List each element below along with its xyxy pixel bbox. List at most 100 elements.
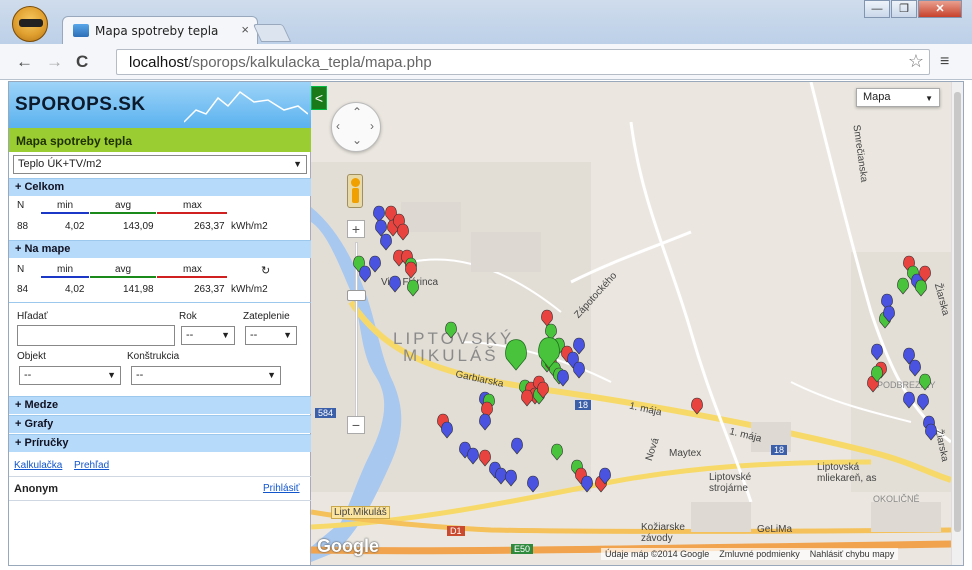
heat-marker-pin[interactable] <box>479 413 491 431</box>
browser-menu-icon[interactable]: ≡ <box>940 53 949 71</box>
dropdown-arrow-icon: ▼ <box>267 370 276 380</box>
heat-marker-pin[interactable] <box>915 279 927 297</box>
heat-marker-pin[interactable] <box>441 421 453 439</box>
map-footer: Údaje máp ©2014 Google Zmluvné podmienky… <box>601 548 899 560</box>
divider <box>9 476 311 477</box>
report-map-error-link[interactable]: Nahlásiť chybu mapy <box>810 549 894 559</box>
heat-marker-pin[interactable] <box>573 361 585 379</box>
label-min: min <box>57 200 74 211</box>
heat-marker-pin[interactable] <box>505 469 517 487</box>
section-medze-header[interactable]: + Medze <box>9 396 311 414</box>
heat-marker-pin[interactable] <box>375 219 387 237</box>
heat-marker-pin[interactable] <box>527 475 539 493</box>
heat-marker-pin[interactable] <box>369 255 381 273</box>
url-host: localhost <box>129 54 189 71</box>
heat-marker-pin[interactable] <box>573 337 585 355</box>
label-max: max <box>183 264 202 275</box>
search-input[interactable] <box>17 325 175 346</box>
heat-marker-pin[interactable] <box>903 391 915 409</box>
heat-marker-pin[interactable] <box>407 279 419 297</box>
url-text: localhost/sporops/kalkulacka_tepla/mapa.… <box>129 54 432 71</box>
metric-select-value: Teplo ÚK+TV/m2 <box>18 158 102 170</box>
vertical-scrollbar[interactable] <box>951 82 963 565</box>
heat-markers-layer <box>353 205 937 493</box>
heat-marker-pin[interactable] <box>495 467 507 485</box>
map-data-attribution: Údaje máp ©2014 Google <box>605 549 710 559</box>
heat-marker-pin[interactable] <box>541 309 553 327</box>
selected-marker-pin[interactable] <box>504 338 528 371</box>
value-max: 263,37 <box>194 284 225 295</box>
window-controls: — ❐ ✕ <box>864 0 962 18</box>
new-tab-button[interactable] <box>252 24 292 42</box>
reload-icon[interactable]: C <box>76 53 88 70</box>
close-window-button[interactable]: ✕ <box>918 0 962 18</box>
dropdown-arrow-icon: ▼ <box>221 330 230 340</box>
kalkulacka-link[interactable]: Kalkulačka <box>14 460 62 471</box>
heat-marker-pin[interactable] <box>551 443 563 461</box>
heat-marker-pin[interactable] <box>871 343 883 361</box>
prehlad-link[interactable]: Prehľad <box>74 460 109 471</box>
value-min: 4,02 <box>65 221 85 232</box>
heat-marker-pin[interactable] <box>919 373 931 391</box>
label-max: max <box>183 200 202 211</box>
tab-close-icon[interactable]: × <box>241 22 249 37</box>
map-view[interactable]: < Mapa▼ ⌃ ⌄ ‹ › + − LIPTOVSKÝ MIKULÁŠ Vi… <box>311 82 963 565</box>
divider <box>9 500 311 501</box>
login-link[interactable]: Prihlásiť <box>263 483 300 494</box>
label-n: N <box>17 264 25 275</box>
back-arrow-icon[interactable]: ← <box>16 53 33 70</box>
rok-select[interactable]: -- ▼ <box>181 326 235 345</box>
heat-marker-pin[interactable] <box>691 397 703 415</box>
forward-arrow-icon[interactable]: → <box>46 53 63 70</box>
value-unit: kWh/m2 <box>231 221 268 232</box>
konstrukcia-select[interactable]: -- ▼ <box>131 366 281 385</box>
heat-marker-pin[interactable] <box>405 261 417 279</box>
page-title: Mapa spotreby tepla <box>9 128 311 152</box>
page-content: SPOROPS.SK Mapa spotreby tepla Teplo ÚK+… <box>8 81 964 566</box>
objekt-select[interactable]: -- ▼ <box>19 366 121 385</box>
heat-marker-pin[interactable] <box>397 223 409 241</box>
minimize-button[interactable]: — <box>864 0 890 18</box>
section-na-mape-header[interactable]: + Na mape <box>9 240 311 258</box>
maximize-button[interactable]: ❐ <box>891 0 917 18</box>
refresh-icon[interactable]: ↻ <box>261 264 270 277</box>
rok-value: -- <box>186 329 194 341</box>
heat-marker-pin[interactable] <box>359 265 371 283</box>
avg-underline <box>90 276 156 278</box>
dropdown-arrow-icon: ▼ <box>293 159 302 169</box>
user-avatar[interactable] <box>12 6 48 42</box>
dropdown-arrow-icon: ▼ <box>107 370 116 380</box>
address-bar[interactable]: localhost/sporops/kalkulacka_tepla/mapa.… <box>116 49 930 75</box>
value-min: 4,02 <box>65 284 85 295</box>
search-label: Hľadať <box>17 311 48 322</box>
heat-marker-pin[interactable] <box>373 205 385 223</box>
value-avg: 141,98 <box>123 284 154 295</box>
terms-link[interactable]: Zmluvné podmienky <box>719 549 800 559</box>
zateplenie-select[interactable]: -- ▼ <box>245 326 297 345</box>
heat-marker-pin[interactable] <box>925 423 937 441</box>
heat-marker-pin[interactable] <box>897 277 909 295</box>
heat-marker-pin[interactable] <box>581 475 593 493</box>
heat-marker-pin[interactable] <box>380 233 392 251</box>
metric-select[interactable]: Teplo ÚK+TV/m2 ▼ <box>13 155 307 174</box>
rok-label: Rok <box>179 311 197 322</box>
bookmark-star-icon[interactable]: ☆ <box>908 51 924 72</box>
heat-marker-pin[interactable] <box>467 447 479 465</box>
browser-tab[interactable]: Mapa spotreby tepla × <box>62 16 258 44</box>
heat-marker-pin[interactable] <box>917 393 929 411</box>
mountain-graph-icon <box>184 90 308 123</box>
heat-marker-pin[interactable] <box>521 389 533 407</box>
section-grafy-header[interactable]: + Grafy <box>9 415 311 433</box>
section-prirucky-header[interactable]: + Príručky <box>9 434 311 452</box>
heat-marker-pin[interactable] <box>389 275 401 293</box>
heat-marker-pin[interactable] <box>511 437 523 455</box>
heat-marker-pin[interactable] <box>909 359 921 377</box>
dropdown-arrow-icon: ▼ <box>283 330 292 340</box>
heat-marker-pin[interactable] <box>479 449 491 467</box>
heat-marker-pin[interactable] <box>445 321 457 339</box>
section-celkom-header[interactable]: + Celkom <box>9 178 311 196</box>
scrollbar-thumb[interactable] <box>954 92 961 532</box>
url-path: /sporops/kalkulacka_tepla/mapa.php <box>188 54 432 71</box>
logo-text: SPOROPS.SK <box>15 94 146 115</box>
min-underline <box>41 276 89 278</box>
